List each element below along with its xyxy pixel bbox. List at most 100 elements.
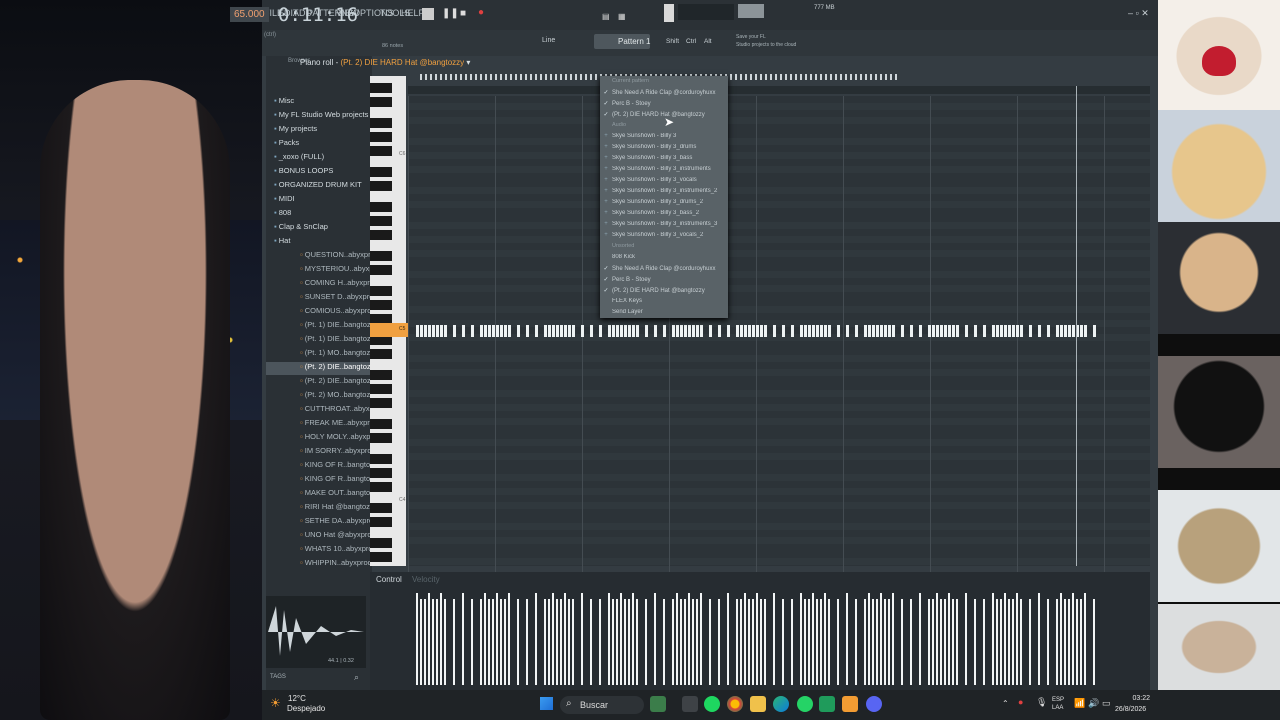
velocity-bar[interactable]: [727, 593, 729, 685]
note[interactable]: [948, 325, 951, 337]
browser-folder[interactable]: ▪ Clap & SnClap: [266, 222, 380, 235]
velocity-bar[interactable]: [956, 599, 958, 685]
black-key[interactable]: [370, 503, 392, 513]
black-key[interactable]: [370, 517, 392, 527]
note[interactable]: [488, 325, 491, 337]
pattern-song-toggle[interactable]: [422, 8, 434, 20]
weather-temperature[interactable]: 12°C: [288, 694, 306, 703]
dropdown-item[interactable]: + Skye Sunshown - Billy 3_instruments_3: [600, 221, 728, 232]
velocity-bar[interactable]: [812, 593, 814, 685]
velocity-bar[interactable]: [1000, 599, 1002, 685]
velocity-bar[interactable]: [620, 593, 622, 685]
velocity-bar[interactable]: [718, 599, 720, 685]
taskbar-date[interactable]: 26/8/2026: [1115, 706, 1146, 713]
velocity-bar[interactable]: [855, 599, 857, 685]
note[interactable]: [736, 325, 739, 337]
velocity-bar[interactable]: [480, 599, 482, 685]
note[interactable]: [1038, 325, 1041, 337]
velocity-lane[interactable]: [416, 592, 1106, 688]
note[interactable]: [748, 325, 751, 337]
language-indicator[interactable]: ESP LAA: [1052, 696, 1064, 712]
black-key[interactable]: [370, 132, 392, 142]
velocity-bar[interactable]: [828, 599, 830, 685]
note[interactable]: [1064, 325, 1067, 337]
velocity-bar[interactable]: [764, 599, 766, 685]
velocity-bar[interactable]: [736, 599, 738, 685]
shift-button[interactable]: Shift: [666, 38, 679, 45]
velocity-bar[interactable]: [1072, 593, 1074, 685]
velocity-bar[interactable]: [974, 599, 976, 685]
note[interactable]: [952, 325, 955, 337]
velocity-bar[interactable]: [636, 599, 638, 685]
note[interactable]: [645, 325, 648, 337]
velocity-bar[interactable]: [628, 599, 630, 685]
note[interactable]: [420, 325, 423, 337]
note[interactable]: [1084, 325, 1087, 337]
note[interactable]: [1004, 325, 1007, 337]
velocity-bar[interactable]: [488, 599, 490, 685]
note[interactable]: [919, 325, 922, 337]
velocity-bar[interactable]: [782, 599, 784, 685]
note[interactable]: [424, 325, 427, 337]
velocity-bar[interactable]: [884, 599, 886, 685]
note[interactable]: [672, 325, 675, 337]
dropdown-item[interactable]: ✓ She Need A Ride Clap @corduroyhuxx: [600, 265, 728, 276]
velocity-bar[interactable]: [632, 593, 634, 685]
piano-keyboard[interactable]: [370, 76, 406, 566]
note[interactable]: [462, 325, 465, 337]
note[interactable]: [632, 325, 635, 337]
velocity-bar[interactable]: [996, 599, 998, 685]
note[interactable]: [692, 325, 695, 337]
velocity-bar[interactable]: [901, 599, 903, 685]
velocity-bar[interactable]: [544, 599, 546, 685]
dropdown-item[interactable]: ✓ She Need A Ride Clap @corduroyhuxx: [600, 89, 728, 100]
velocity-bar[interactable]: [552, 593, 554, 685]
note[interactable]: [471, 325, 474, 337]
note[interactable]: [884, 325, 887, 337]
chevron-up-icon[interactable]: ⌃: [1002, 699, 1009, 708]
note[interactable]: [1000, 325, 1003, 337]
note[interactable]: [616, 325, 619, 337]
dropdown-item[interactable]: + Skye Sunshown - Billy 3_instruments: [600, 166, 728, 177]
note[interactable]: [1020, 325, 1023, 337]
weather-icon[interactable]: ☀: [270, 696, 281, 710]
velocity-bar[interactable]: [791, 599, 793, 685]
velocity-bar[interactable]: [983, 599, 985, 685]
note[interactable]: [846, 325, 849, 337]
file-explorer-icon[interactable]: [750, 696, 766, 712]
velocity-bar[interactable]: [936, 593, 938, 685]
note[interactable]: [944, 325, 947, 337]
velocity-bar[interactable]: [471, 599, 473, 685]
dropdown-item[interactable]: Send Layer: [600, 309, 728, 320]
note[interactable]: [590, 325, 593, 337]
note[interactable]: [484, 325, 487, 337]
velocity-bar[interactable]: [1029, 599, 1031, 685]
note[interactable]: [709, 325, 712, 337]
spotify-icon[interactable]: [704, 696, 720, 712]
note[interactable]: [444, 325, 447, 337]
note[interactable]: [581, 325, 584, 337]
velocity-bar[interactable]: [748, 599, 750, 685]
note[interactable]: [548, 325, 551, 337]
note[interactable]: [544, 325, 547, 337]
velocity-bar[interactable]: [444, 599, 446, 685]
black-key[interactable]: [370, 286, 392, 296]
note[interactable]: [624, 325, 627, 337]
note[interactable]: [791, 325, 794, 337]
note[interactable]: [992, 325, 995, 337]
velocity-bar[interactable]: [432, 599, 434, 685]
black-key[interactable]: [370, 552, 392, 562]
note[interactable]: [552, 325, 555, 337]
note[interactable]: [864, 325, 867, 337]
whatsapp-icon[interactable]: [797, 696, 813, 712]
velocity-bar[interactable]: [756, 593, 758, 685]
velocity-bar[interactable]: [804, 599, 806, 685]
velocity-bar[interactable]: [760, 599, 762, 685]
black-key[interactable]: [370, 370, 392, 380]
step-seq-icon[interactable]: ▦: [618, 12, 626, 21]
velocity-bar[interactable]: [880, 593, 882, 685]
note[interactable]: [983, 325, 986, 337]
dropdown-item[interactable]: + Skye Sunshown - Billy 3_bass_2: [600, 210, 728, 221]
note[interactable]: [599, 325, 602, 337]
dropdown-item[interactable]: + Skye Sunshown - Billy 3: [600, 133, 728, 144]
